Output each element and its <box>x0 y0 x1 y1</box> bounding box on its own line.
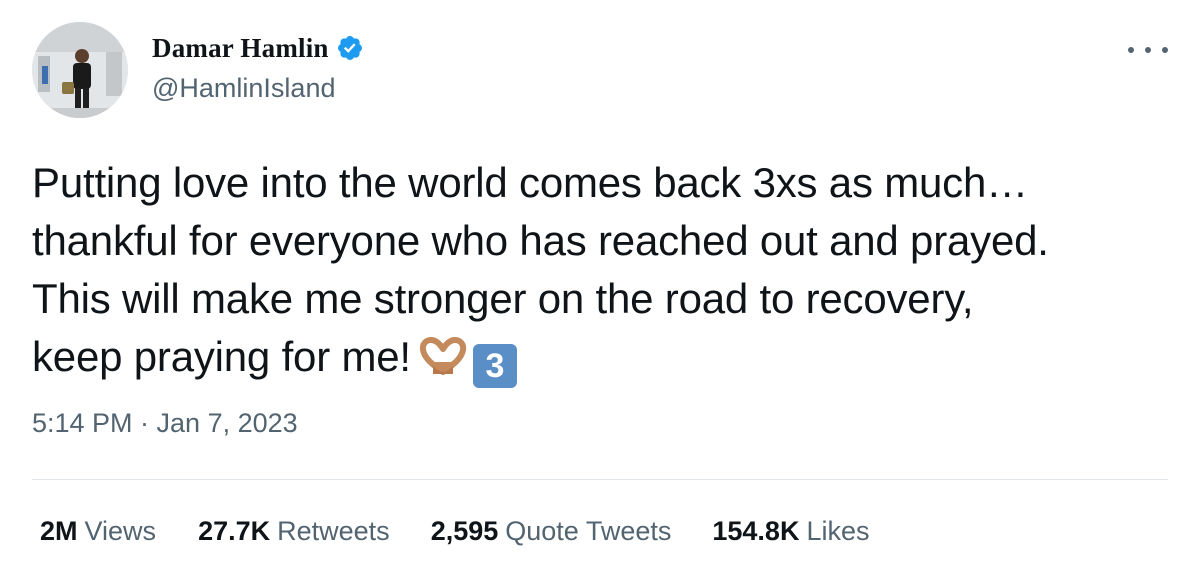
views-label: Views <box>84 516 157 546</box>
more-dot <box>1162 47 1168 53</box>
author-name-row: Damar Hamlin <box>152 30 364 66</box>
author-handle[interactable]: @HamlinIsland <box>152 73 335 104</box>
avatar[interactable] <box>32 22 128 118</box>
heart-hands-emoji-icon <box>419 335 467 377</box>
retweets-count: 27.7K <box>198 516 271 546</box>
author-display-name[interactable]: Damar Hamlin <box>152 33 329 64</box>
divider <box>32 479 1168 480</box>
tweet-text-line: keep praying for me! <box>32 333 411 380</box>
views-count: 2M <box>40 516 78 546</box>
more-options-icon[interactable] <box>1128 38 1168 62</box>
tweet-timestamp[interactable]: 5:14 PM · Jan 7, 2023 <box>32 408 298 439</box>
verified-badge-icon <box>336 34 364 62</box>
keycap-three-emoji: 3 <box>472 344 517 388</box>
more-dot <box>1145 47 1151 53</box>
retweets-stat[interactable]: 27.7K Retweets <box>198 516 390 547</box>
quote-tweets-stat[interactable]: 2,595 Quote Tweets <box>431 516 672 547</box>
likes-label: Likes <box>806 516 870 546</box>
tweet-text-line: thankful for everyone who has reached ou… <box>32 217 1049 264</box>
tweet-text-line: Putting love into the world comes back 3… <box>32 159 1028 206</box>
retweets-label: Retweets <box>277 516 390 546</box>
tweet-stats: 2M Views 27.7K Retweets 2,595 Quote Twee… <box>40 516 869 547</box>
tweet-text: Putting love into the world comes back 3… <box>32 154 1172 388</box>
quote-tweets-count: 2,595 <box>430 516 499 546</box>
likes-stat[interactable]: 154.8K Likes <box>712 516 869 547</box>
more-dot <box>1128 47 1134 53</box>
quote-tweets-label: Quote Tweets <box>505 516 672 546</box>
tweet-card: Damar Hamlin @HamlinIsland Putting love … <box>0 0 1200 584</box>
tweet-text-line: This will make me stronger on the road t… <box>32 275 974 322</box>
tweet-text-line-last: keep praying for me! 3 <box>32 328 1172 388</box>
views-stat[interactable]: 2M Views <box>40 516 156 547</box>
likes-count: 154.8K <box>712 516 800 546</box>
avatar-photo <box>32 22 128 118</box>
